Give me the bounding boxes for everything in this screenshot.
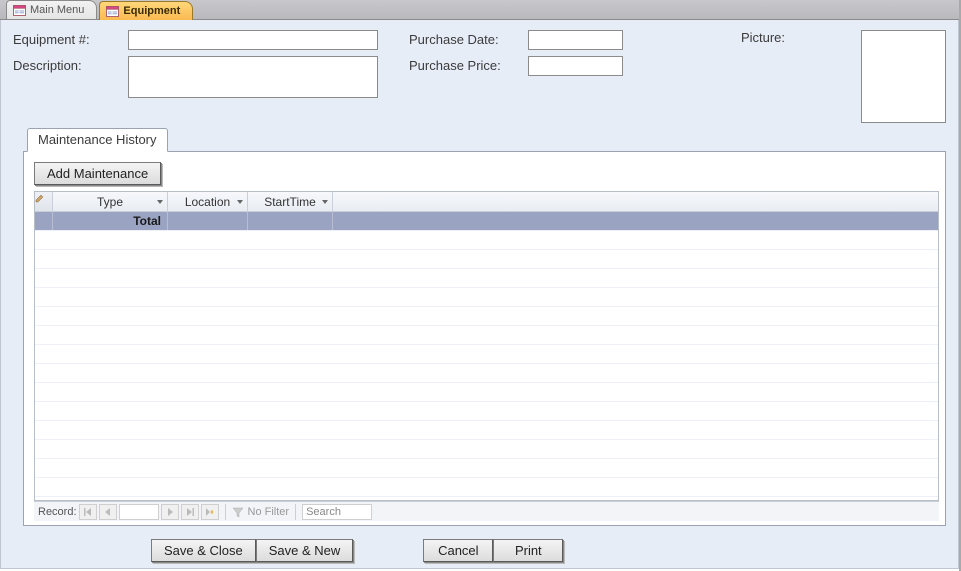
- subform-tabstrip: Maintenance History: [27, 128, 168, 152]
- recnav-prev-button[interactable]: [99, 504, 117, 520]
- column-header-type[interactable]: Type: [53, 192, 168, 211]
- tab-equipment[interactable]: Equipment: [99, 1, 193, 20]
- column-header-type-label: Type: [97, 195, 123, 209]
- filter-icon: [232, 506, 244, 518]
- grid-body[interactable]: Total: [35, 212, 938, 500]
- next-icon: [166, 508, 174, 516]
- recnav-filter-status[interactable]: No Filter: [232, 506, 290, 518]
- record-navigator: Record:: [34, 501, 939, 521]
- subform-maintenance-history: Add Maintenance Type Location: [23, 151, 946, 526]
- tab-equipment-label: Equipment: [123, 5, 180, 17]
- separator: [295, 504, 296, 520]
- save-new-button[interactable]: Save & New: [256, 539, 354, 562]
- last-icon: [186, 508, 194, 516]
- print-button[interactable]: Print: [493, 539, 563, 562]
- tab-main-menu[interactable]: Main Menu: [6, 0, 97, 19]
- document-tab-strip: Main Menu Equipment: [0, 0, 959, 20]
- recnav-search-placeholder: Search: [306, 506, 341, 518]
- prev-icon: [104, 508, 112, 516]
- tab-main-menu-label: Main Menu: [30, 4, 84, 16]
- equipment-no-input[interactable]: [128, 30, 378, 50]
- chevron-down-icon: [237, 200, 243, 204]
- save-close-button[interactable]: Save & Close: [151, 539, 256, 562]
- column-header-location-label: Location: [185, 195, 230, 209]
- cancel-button[interactable]: Cancel: [423, 539, 493, 562]
- separator: [225, 504, 226, 520]
- form-icon: [13, 5, 26, 16]
- recnav-first-button[interactable]: [79, 504, 97, 520]
- form-body: Equipment #: Description: Purchase Date:…: [0, 20, 959, 569]
- pencil-icon: [35, 193, 45, 203]
- add-maintenance-button[interactable]: Add Maintenance: [34, 162, 161, 185]
- picture-box[interactable]: [861, 30, 946, 123]
- app-window: Main Menu Equipment Equipment #: Descrip…: [0, 0, 961, 571]
- purchase-date-input[interactable]: [528, 30, 623, 50]
- grid-select-all[interactable]: [35, 192, 53, 211]
- new-record-icon: [205, 508, 214, 516]
- tab-maintenance-history[interactable]: Maintenance History: [27, 128, 168, 152]
- recnav-last-button[interactable]: [181, 504, 199, 520]
- recnav-next-button[interactable]: [161, 504, 179, 520]
- column-header-starttime[interactable]: StartTime: [248, 192, 333, 211]
- form-icon: [106, 6, 119, 17]
- bottom-button-bar: Save & Close Save & New Cancel Print: [1, 539, 958, 562]
- recnav-filter-label: No Filter: [248, 506, 290, 518]
- chevron-down-icon: [322, 200, 328, 204]
- chevron-down-icon: [157, 200, 163, 204]
- equipment-no-label: Equipment #:: [13, 30, 128, 47]
- recnav-search-input[interactable]: Search: [302, 504, 372, 520]
- recnav-new-button[interactable]: [201, 504, 219, 520]
- top-fields: Equipment #: Description: Purchase Date:…: [13, 30, 946, 123]
- recnav-current-record[interactable]: [119, 504, 159, 520]
- grid-empty-lines: [35, 212, 938, 500]
- description-input[interactable]: [128, 56, 378, 98]
- purchase-price-input[interactable]: [528, 56, 623, 76]
- column-header-starttime-label: StartTime: [264, 195, 316, 209]
- description-label: Description:: [13, 56, 128, 73]
- picture-label: Picture:: [665, 30, 861, 123]
- recnav-label: Record:: [38, 506, 77, 518]
- purchase-price-label: Purchase Price:: [409, 56, 528, 73]
- column-header-empty: [333, 192, 938, 211]
- purchase-date-label: Purchase Date:: [409, 30, 528, 47]
- column-header-location[interactable]: Location: [168, 192, 248, 211]
- grid-header: Type Location StartTime: [35, 192, 938, 212]
- first-icon: [84, 508, 92, 516]
- datasheet-grid: Type Location StartTime: [34, 191, 939, 501]
